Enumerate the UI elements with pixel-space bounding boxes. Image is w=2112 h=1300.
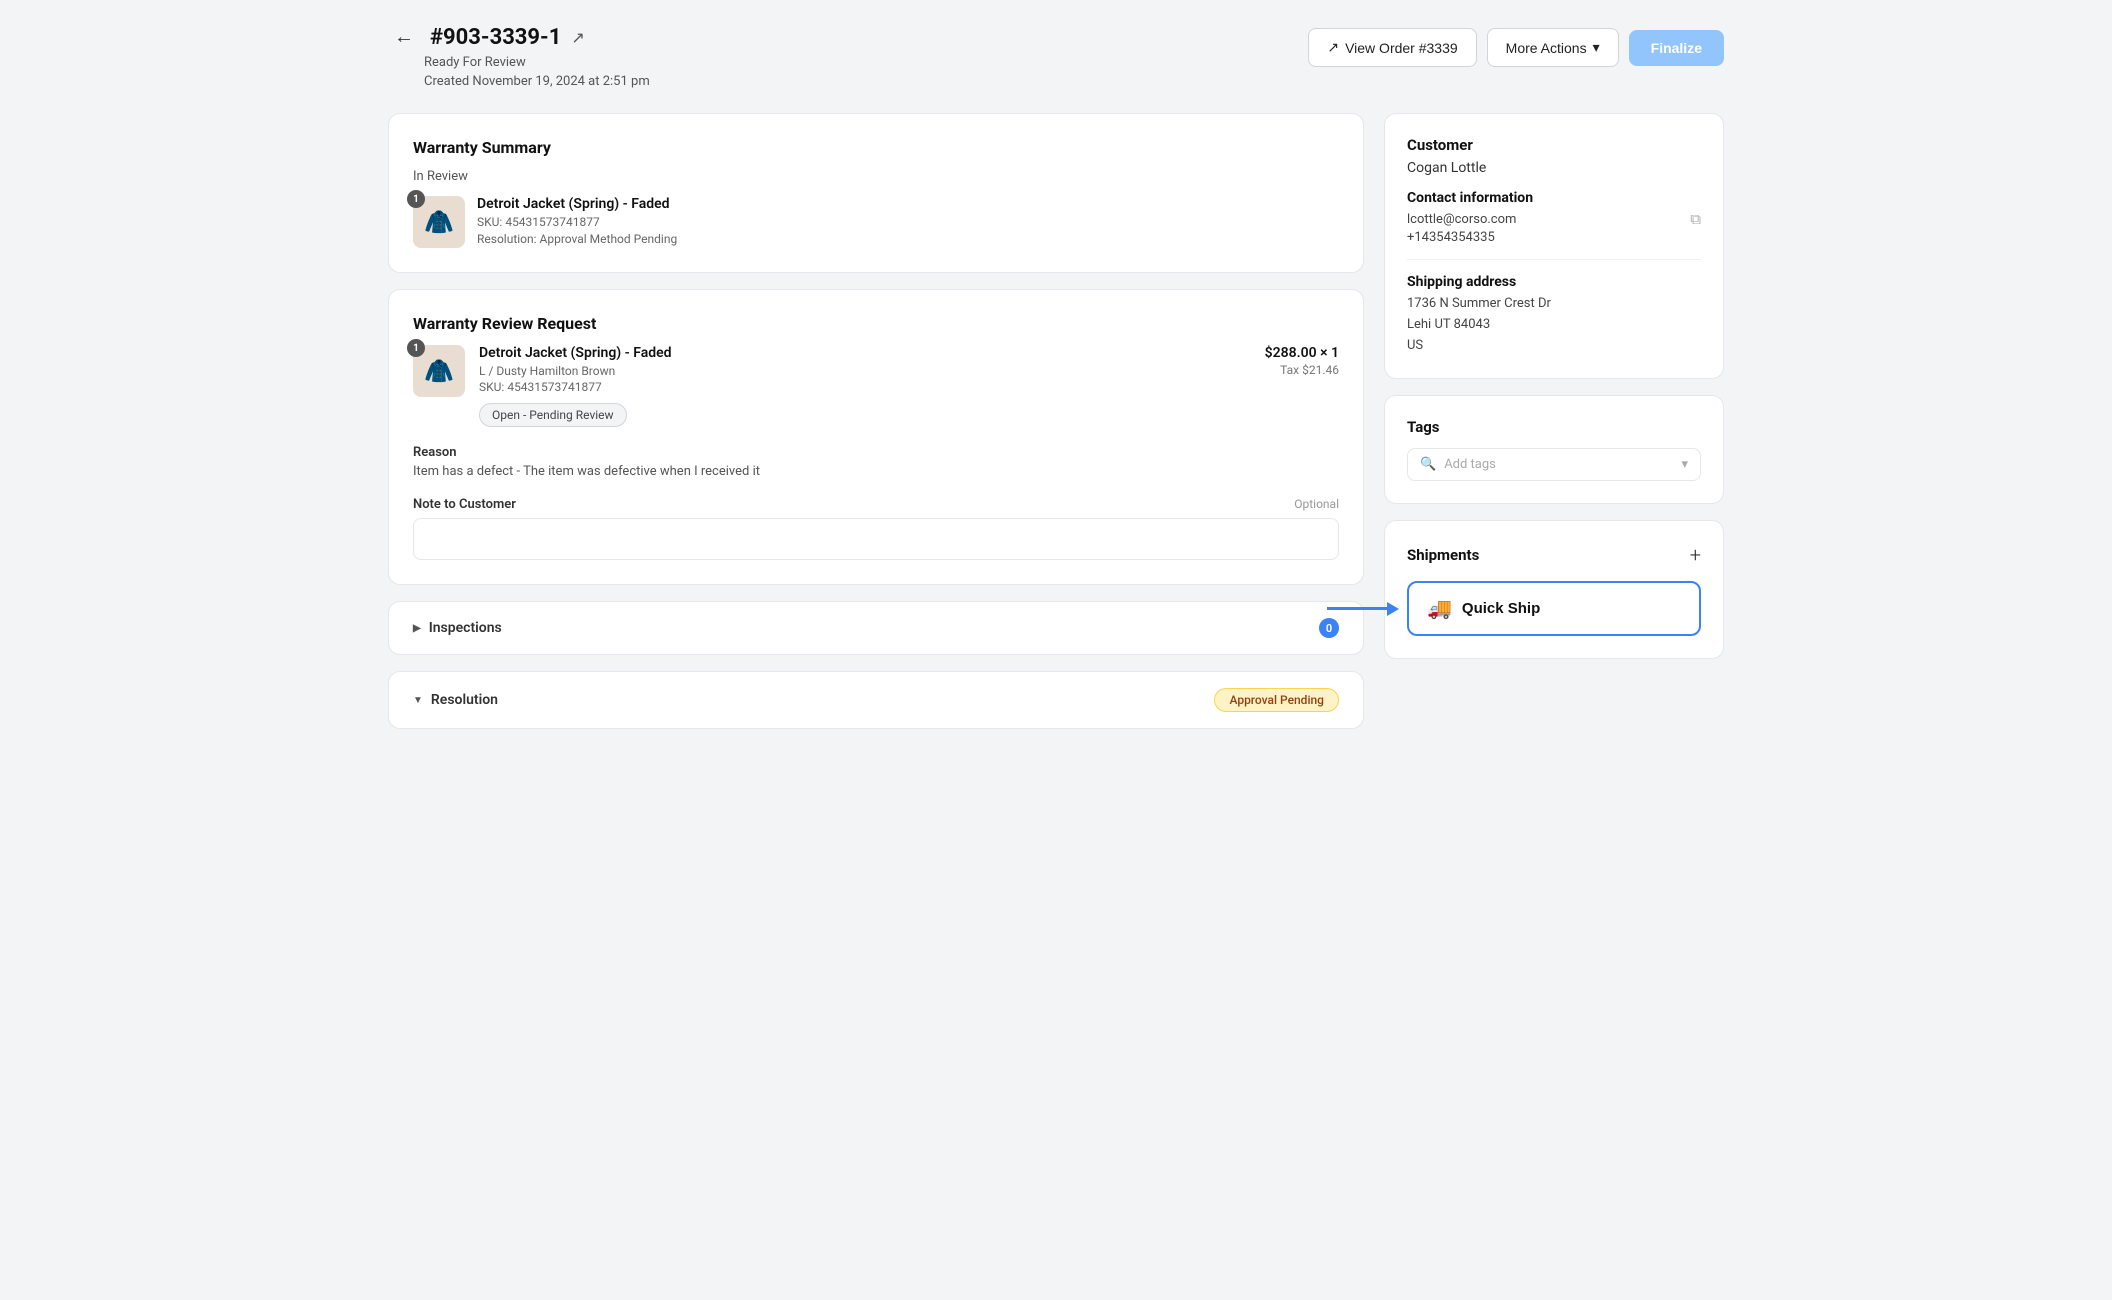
review-product-variant: L / Dusty Hamilton Brown	[479, 364, 1251, 378]
in-review-label: In Review	[413, 169, 1339, 184]
arrow-head	[1387, 602, 1399, 616]
shipments-card: Shipments + 🚚 Quick Ship	[1384, 520, 1724, 659]
note-section: Note to Customer Optional	[413, 497, 1339, 560]
triangle-right-icon: ▶	[413, 623, 421, 634]
contact-phone: +14354354335	[1407, 230, 1701, 245]
warranty-summary-title: Warranty Summary	[413, 138, 1339, 157]
review-price-col: $288.00 × 1 Tax $21.46	[1265, 345, 1339, 377]
quick-ship-button[interactable]: 🚚 Quick Ship	[1407, 581, 1701, 636]
summary-product-name: Detroit Jacket (Spring) - Faded	[477, 196, 1339, 212]
tags-card: Tags 🔍 Add tags ▾	[1384, 395, 1724, 504]
note-label: Note to Customer	[413, 497, 516, 512]
reason-text: Item has a defect - The item was defecti…	[413, 464, 1339, 479]
review-price: $288.00 × 1	[1265, 345, 1339, 361]
summary-product-info: Detroit Jacket (Spring) - Faded SKU: 454…	[477, 196, 1339, 246]
header-actions: ↗ View Order #3339 More Actions ▾ Finali…	[1308, 28, 1724, 67]
customer-card: Customer Cogan Lottle Contact informatio…	[1384, 113, 1724, 379]
note-label-row: Note to Customer Optional	[413, 497, 1339, 512]
finalize-button[interactable]: Finalize	[1629, 30, 1724, 66]
copy-icon[interactable]: ⧉	[1690, 210, 1701, 228]
resolution-left: ▼ Resolution	[413, 692, 498, 708]
summary-product-row: 🧥 1 Detroit Jacket (Spring) - Faded SKU:…	[413, 196, 1339, 248]
chevron-down-icon: ▾	[1593, 39, 1600, 56]
add-tags-label: Add tags	[1444, 457, 1496, 472]
inspections-label: Inspections	[429, 620, 502, 636]
page-header: ← #903-3339-1 ↗ Ready For Review Created…	[388, 24, 1724, 89]
tags-title: Tags	[1407, 418, 1701, 436]
shipping-address-line2: Lehi UT 84043	[1407, 315, 1701, 336]
order-status: Ready For Review	[424, 55, 650, 70]
resolution-label: Resolution	[431, 692, 498, 708]
review-product-name: Detroit Jacket (Spring) - Faded	[479, 345, 1251, 361]
inspections-row[interactable]: ▶ Inspections 0	[388, 601, 1364, 655]
truck-icon: 🚚	[1427, 596, 1452, 621]
resolution-row[interactable]: ▼ Resolution Approval Pending	[388, 671, 1364, 729]
shipping-address-line1: 1736 N Summer Crest Dr	[1407, 294, 1701, 315]
title-row: ← #903-3339-1 ↗	[388, 24, 650, 51]
review-product-badge: 1	[407, 339, 425, 357]
warranty-summary-card: Warranty Summary In Review 🧥 1 Detroit J…	[388, 113, 1364, 273]
external-icon: ↗	[1327, 39, 1339, 56]
more-actions-button[interactable]: More Actions ▾	[1487, 28, 1619, 67]
shipments-header: Shipments +	[1407, 543, 1701, 567]
reason-section: Reason Item has a defect - The item was …	[413, 445, 1339, 479]
contact-email: lcottle@corso.com	[1407, 212, 1516, 227]
external-link-icon[interactable]: ↗	[571, 28, 584, 47]
page-title: #903-3339-1	[430, 25, 561, 50]
inspections-count: 0	[1319, 618, 1339, 638]
review-tax: Tax $21.46	[1265, 363, 1339, 377]
review-product-sku: SKU: 45431573741877	[479, 380, 1251, 394]
shipments-title: Shipments	[1407, 546, 1479, 564]
right-column: Customer Cogan Lottle Contact informatio…	[1384, 113, 1724, 659]
add-shipment-icon[interactable]: +	[1690, 543, 1701, 567]
summary-product-sku: SKU: 45431573741877	[477, 215, 1339, 229]
review-status-badge: Open - Pending Review	[479, 403, 627, 427]
shipping-address-line3: US	[1407, 336, 1701, 357]
tags-input[interactable]: 🔍 Add tags ▾	[1407, 448, 1701, 481]
approval-badge: Approval Pending	[1214, 688, 1339, 712]
product-thumbnail-wrapper: 🧥 1	[413, 196, 465, 248]
note-optional: Optional	[1294, 497, 1339, 512]
review-thumb-wrapper: 🧥 1	[413, 345, 465, 397]
contact-title: Contact information	[1407, 190, 1701, 206]
shipping-address-title: Shipping address	[1407, 274, 1701, 290]
quick-ship-wrapper: 🚚 Quick Ship	[1407, 581, 1701, 636]
customer-name: Cogan Lottle	[1407, 160, 1701, 176]
reason-label: Reason	[413, 445, 1339, 460]
search-icon: 🔍	[1420, 457, 1436, 472]
inspections-left: ▶ Inspections	[413, 620, 502, 636]
product-badge: 1	[407, 190, 425, 208]
warranty-review-card: Warranty Review Request 🧥 1 Detroit Jack…	[388, 289, 1364, 585]
divider	[1407, 259, 1701, 260]
arrow-line	[1327, 607, 1387, 610]
arrow-pointer	[1327, 602, 1399, 616]
summary-product-resolution: Resolution: Approval Method Pending	[477, 232, 1339, 246]
left-column: Warranty Summary In Review 🧥 1 Detroit J…	[388, 113, 1364, 729]
order-created: Created November 19, 2024 at 2:51 pm	[424, 74, 650, 89]
review-product-row: 🧥 1 Detroit Jacket (Spring) - Faded L / …	[413, 345, 1339, 427]
quick-ship-label: Quick Ship	[1462, 600, 1540, 617]
back-button[interactable]: ←	[388, 24, 420, 51]
review-product-info: Detroit Jacket (Spring) - Faded L / Dust…	[479, 345, 1251, 427]
main-layout: Warranty Summary In Review 🧥 1 Detroit J…	[388, 113, 1724, 729]
tags-input-left: 🔍 Add tags	[1420, 457, 1496, 472]
view-order-button[interactable]: ↗ View Order #3339	[1308, 28, 1476, 67]
chevron-down-icon: ▾	[1681, 457, 1688, 472]
header-left: ← #903-3339-1 ↗ Ready For Review Created…	[388, 24, 650, 89]
contact-email-row: lcottle@corso.com ⧉	[1407, 210, 1701, 228]
customer-title: Customer	[1407, 136, 1701, 154]
note-input[interactable]	[413, 518, 1339, 560]
triangle-down-icon: ▼	[413, 695, 423, 706]
warranty-review-title: Warranty Review Request	[413, 314, 1339, 333]
